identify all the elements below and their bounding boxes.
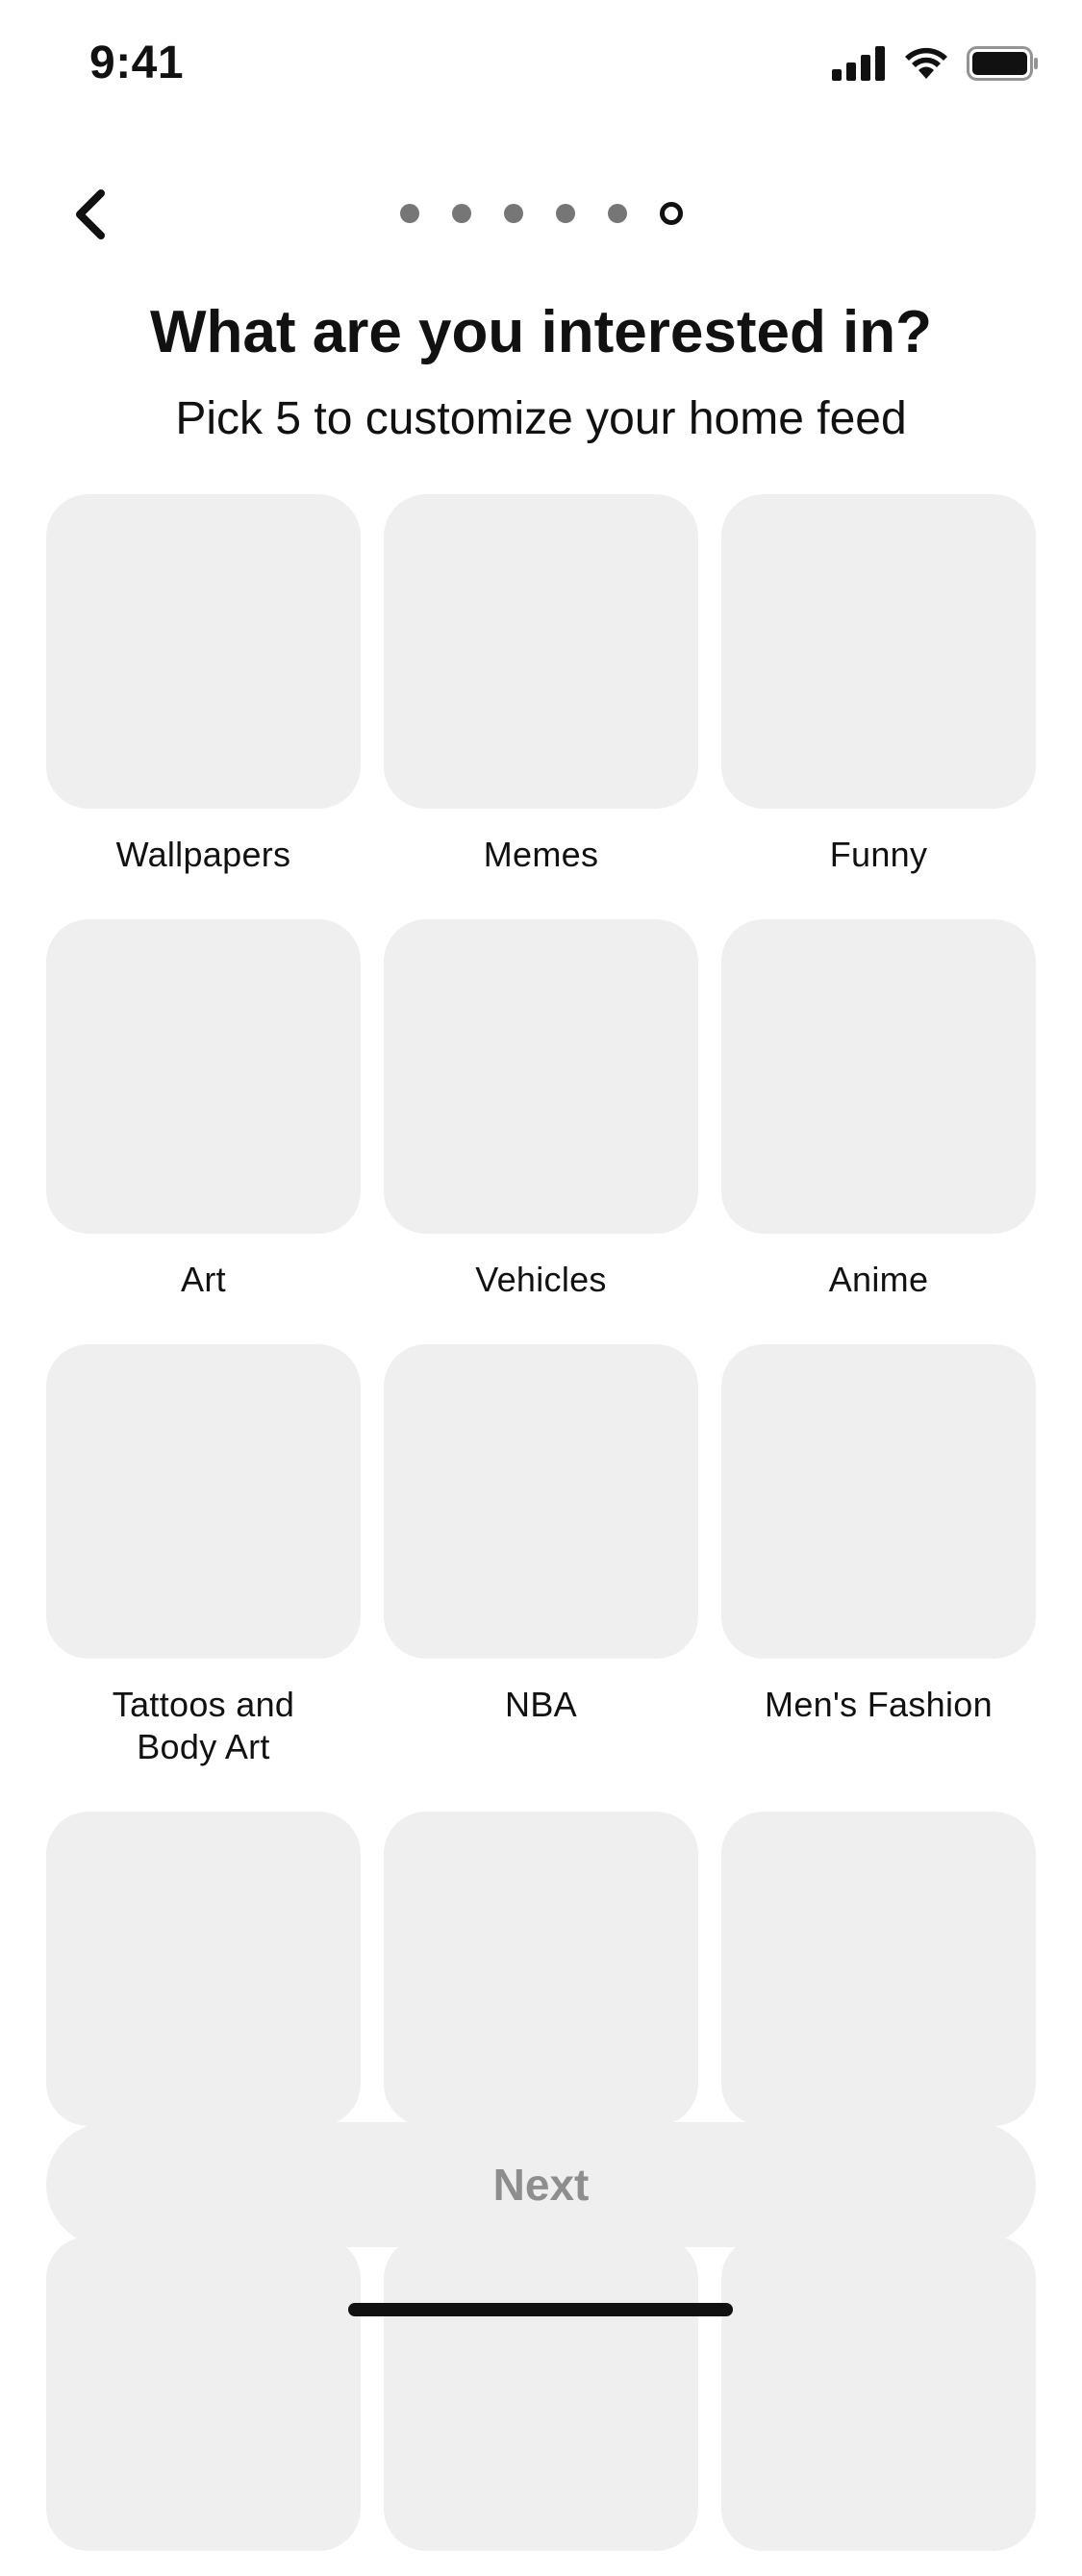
status-time: 9:41 xyxy=(89,38,185,88)
progress-dot xyxy=(503,204,523,223)
interest-image xyxy=(46,2237,361,2551)
cellular-signal-icon xyxy=(832,46,885,81)
progress-dot-current xyxy=(659,202,683,225)
interest-label: Men's Fashion xyxy=(765,1685,993,1724)
interest-tile[interactable] xyxy=(721,2237,1036,2576)
interest-tile[interactable] xyxy=(384,2237,698,2576)
interest-tile[interactable]: Funny xyxy=(721,494,1036,876)
page-title: What are you interested in? xyxy=(149,299,933,365)
progress-dot xyxy=(555,204,575,223)
interest-image xyxy=(46,494,361,809)
interest-label: Tattoos and Body Art xyxy=(112,1685,295,1766)
wifi-icon xyxy=(905,47,947,79)
interest-image xyxy=(721,494,1036,809)
interest-image xyxy=(384,1344,698,1659)
home-indicator xyxy=(348,2303,733,2316)
interest-tile[interactable] xyxy=(721,1812,1036,2151)
interest-image xyxy=(721,1344,1036,1659)
interest-tile[interactable]: NBA xyxy=(384,1344,698,1726)
interest-tile[interactable]: Vehicles xyxy=(384,919,698,1301)
interest-image xyxy=(721,919,1036,1234)
interest-image xyxy=(384,494,698,809)
interest-label: Art xyxy=(181,1260,226,1299)
interest-image xyxy=(46,1344,361,1659)
interest-label: Anime xyxy=(828,1260,929,1299)
interest-image xyxy=(384,2237,698,2551)
interest-label: Vehicles xyxy=(475,1260,607,1299)
interest-tile[interactable]: Tattoos and Body Art xyxy=(46,1344,361,1768)
interest-image xyxy=(721,2237,1036,2551)
interest-tile[interactable]: Memes xyxy=(384,494,698,876)
interest-tile[interactable] xyxy=(46,2237,361,2576)
progress-dot xyxy=(451,204,471,223)
interest-image xyxy=(384,1812,698,2126)
interest-label: Wallpapers xyxy=(115,835,291,874)
status-bar: 9:41 xyxy=(0,0,1082,135)
status-icons xyxy=(832,46,1040,81)
progress-dots xyxy=(0,202,1082,225)
interest-label: Memes xyxy=(483,835,599,874)
interest-tile[interactable] xyxy=(384,1812,698,2151)
interest-image xyxy=(46,919,361,1234)
interest-image xyxy=(721,1812,1036,2126)
interest-tile[interactable]: Anime xyxy=(721,919,1036,1301)
interest-label: NBA xyxy=(505,1685,577,1724)
interest-label: Funny xyxy=(829,835,928,874)
interest-tile[interactable]: Wallpapers xyxy=(46,494,361,876)
page-subtitle: Pick 5 to customize your home feed xyxy=(175,393,907,444)
interest-image xyxy=(384,919,698,1234)
next-button[interactable]: Next xyxy=(46,2122,1036,2247)
progress-dot xyxy=(607,204,627,223)
battery-icon xyxy=(967,46,1038,81)
interest-tile[interactable] xyxy=(46,1812,361,2151)
progress-dot xyxy=(399,204,419,223)
interest-image xyxy=(46,1812,361,2126)
interest-tile[interactable]: Men's Fashion xyxy=(721,1344,1036,1726)
interest-tile[interactable]: Art xyxy=(46,919,361,1301)
